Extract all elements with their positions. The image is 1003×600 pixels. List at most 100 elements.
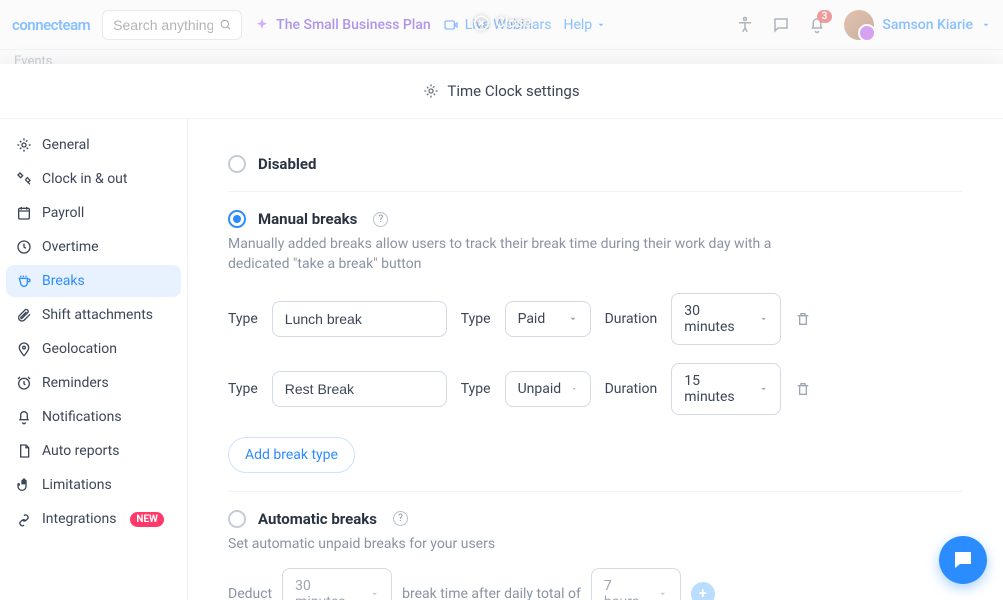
automatic-desc: Set automatic unpaid breaks for your use… — [228, 534, 788, 554]
calendar-icon — [16, 205, 32, 221]
sidebar-item-overtime[interactable]: Overtime — [6, 231, 181, 263]
trash-icon[interactable] — [795, 381, 811, 397]
sidebar-item-geolocation[interactable]: Geolocation — [6, 333, 181, 365]
type-label: Type — [228, 311, 258, 327]
accessibility-icon[interactable] — [736, 16, 754, 34]
sidebar-item-label: Geolocation — [42, 341, 117, 357]
new-badge: NEW — [130, 512, 163, 527]
break-name-input[interactable] — [272, 371, 447, 407]
chevron-down-icon — [596, 20, 606, 30]
radio-label: Manual breaks — [258, 210, 357, 228]
sidebar-item-label: General — [42, 137, 90, 153]
sidebar-item-notifications[interactable]: Notifications — [6, 401, 181, 433]
trash-icon[interactable] — [795, 311, 811, 327]
help-icon[interactable]: ? — [373, 212, 388, 227]
sidebar-item-general[interactable]: General — [6, 129, 181, 161]
break-name-input[interactable] — [272, 301, 447, 337]
logo: connecteam — [12, 16, 90, 34]
sparkle-icon — [254, 17, 270, 33]
search-input-wrap[interactable] — [102, 10, 242, 40]
sidebar-item-auto-reports[interactable]: Auto reports — [6, 435, 181, 467]
chat-bubble-icon — [951, 548, 975, 572]
radio-manual[interactable]: Manual breaks ? — [228, 210, 963, 228]
duration-label: Duration — [605, 311, 658, 327]
plan-link[interactable]: The Small Business Plan — [254, 17, 431, 33]
settings-sidebar: General Clock in & out Payroll Overtime … — [0, 119, 188, 600]
user-menu[interactable]: Samson Kiarie — [844, 10, 991, 40]
sidebar-item-shift-attachments[interactable]: Shift attachments — [6, 299, 181, 331]
radio-icon — [228, 155, 246, 173]
gear-icon — [16, 137, 32, 153]
close-button[interactable]: Close — [472, 14, 531, 32]
modal-title: Time Clock settings — [447, 82, 579, 100]
sidebar-item-clock-in-out[interactable]: Clock in & out — [6, 163, 181, 195]
sidebar-item-limitations[interactable]: Limitations — [6, 469, 181, 501]
chevron-down-icon — [759, 384, 768, 394]
user-name: Samson Kiarie — [882, 17, 973, 33]
close-label: Close — [496, 15, 531, 31]
deduct-select[interactable]: 30 minutes — [282, 568, 392, 600]
notifications-button[interactable]: 3 — [808, 16, 826, 34]
radio-icon — [228, 210, 246, 228]
deduct-label: Deduct — [228, 586, 272, 600]
chat-fab[interactable] — [939, 536, 987, 584]
doc-icon — [16, 443, 32, 459]
deduct-value: 30 minutes — [295, 578, 360, 600]
pay-label: Type — [461, 311, 491, 327]
avatar — [844, 10, 874, 40]
break-row: Type Type Paid Duration 30 minutes — [228, 293, 963, 345]
sidebar-item-integrations[interactable]: Integrations NEW — [6, 503, 181, 535]
pay-select[interactable]: Unpaid — [505, 371, 591, 407]
sidebar-item-reminders[interactable]: Reminders — [6, 367, 181, 399]
settings-modal: Time Clock settings General Clock in & o… — [0, 64, 1003, 600]
topbar-right: 3 Samson Kiarie — [736, 10, 991, 40]
pay-label: Type — [461, 381, 491, 397]
close-icon — [472, 14, 490, 32]
tools-icon — [16, 171, 32, 187]
paperclip-icon — [16, 307, 32, 323]
help-label: Help — [563, 17, 592, 33]
help-icon[interactable]: ? — [393, 511, 408, 526]
radio-disabled[interactable]: Disabled — [228, 155, 963, 173]
duration-value: 15 minutes — [684, 373, 749, 405]
section-automatic: Automatic breaks ? Set automatic unpaid … — [228, 492, 963, 600]
clock-alert-icon — [16, 375, 32, 391]
sidebar-item-payroll[interactable]: Payroll — [6, 197, 181, 229]
bell-icon — [16, 409, 32, 425]
pay-select[interactable]: Paid — [505, 301, 591, 337]
search-input[interactable] — [113, 17, 212, 33]
sidebar-item-label: Notifications — [42, 409, 122, 425]
coffee-icon — [16, 273, 32, 289]
sidebar-item-breaks[interactable]: Breaks — [6, 265, 181, 297]
hand-icon — [16, 477, 32, 493]
help-link[interactable]: Help — [563, 17, 606, 33]
pay-value: Unpaid — [518, 381, 562, 397]
auto-deduct-row: Deduct 30 minutes break time after daily… — [228, 568, 963, 600]
search-icon — [219, 17, 232, 32]
after-select[interactable]: 7 hours — [591, 568, 681, 600]
duration-select[interactable]: 30 minutes — [671, 293, 781, 345]
after-label: break time after daily total of — [402, 586, 581, 600]
radio-icon — [228, 510, 246, 528]
break-row: Type Type Unpaid Duration 15 minutes — [228, 363, 963, 415]
type-label: Type — [228, 381, 258, 397]
duration-select[interactable]: 15 minutes — [671, 363, 781, 415]
sidebar-item-label: Clock in & out — [42, 171, 127, 187]
sidebar-item-label: Overtime — [42, 239, 99, 255]
modal-header: Time Clock settings — [0, 64, 1003, 119]
sidebar-item-label: Auto reports — [42, 443, 119, 459]
radio-label: Automatic breaks — [258, 510, 377, 528]
add-break-type-button[interactable]: Add break type — [228, 437, 355, 473]
pin-icon — [16, 341, 32, 357]
video-icon — [443, 17, 459, 33]
duration-label: Duration — [605, 381, 658, 397]
manual-desc: Manually added breaks allow users to tra… — [228, 234, 788, 275]
chevron-down-icon — [658, 589, 668, 599]
radio-label: Disabled — [258, 155, 316, 173]
radio-automatic[interactable]: Automatic breaks ? — [228, 510, 963, 528]
sidebar-item-label: Breaks — [42, 273, 85, 289]
link-icon — [16, 511, 32, 527]
add-auto-rule-button[interactable]: + — [691, 582, 715, 600]
chat-icon[interactable] — [772, 16, 790, 34]
clock-icon — [16, 239, 32, 255]
